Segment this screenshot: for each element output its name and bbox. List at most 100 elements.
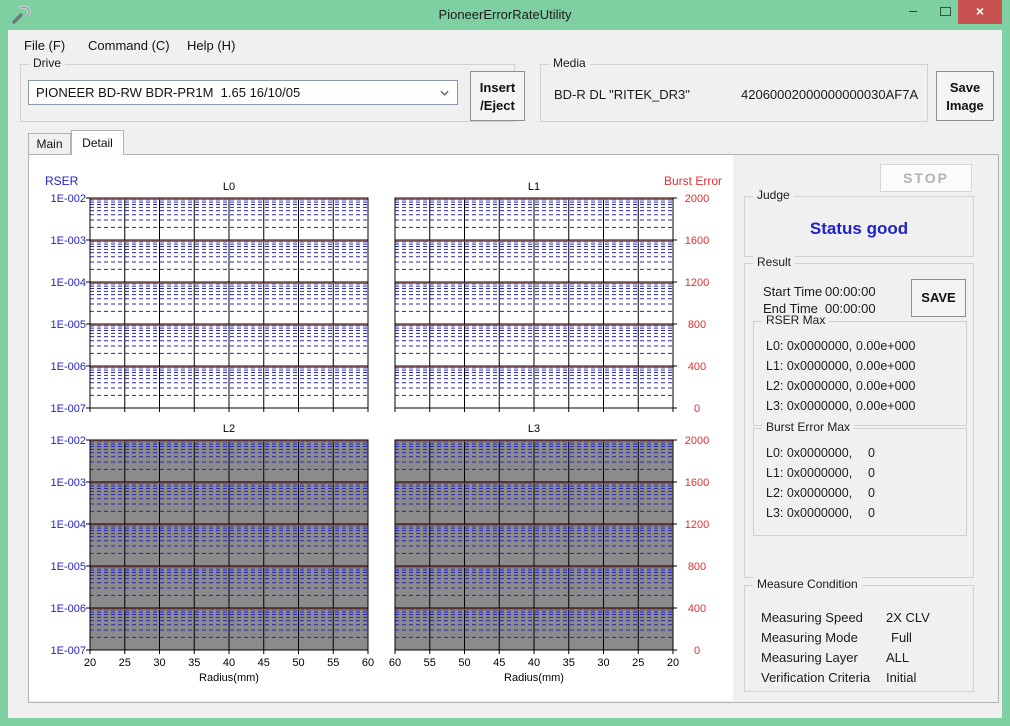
burst-error-max-groupbox: Burst Error Max L0: 0x0000000,0 L1: 0x00… bbox=[753, 428, 967, 536]
measuring-layer-label: Measuring Layer bbox=[761, 650, 858, 665]
minimize-button[interactable]: – bbox=[898, 0, 928, 24]
svg-text:L1: L1 bbox=[528, 181, 540, 193]
svg-text:2000: 2000 bbox=[685, 193, 709, 205]
rser-max-row-l3: L3: 0x0000000,0.00e+000 bbox=[766, 399, 852, 413]
end-time-value: 00:00:00 bbox=[825, 301, 876, 316]
svg-text:45: 45 bbox=[493, 657, 505, 669]
svg-text:0: 0 bbox=[694, 645, 700, 657]
maximize-button[interactable] bbox=[930, 0, 960, 24]
rser-max-groupbox: RSER Max L0: 0x0000000,0.00e+000 L1: 0x0… bbox=[753, 321, 967, 426]
menu-item-file[interactable]: File (F) bbox=[20, 36, 69, 55]
judge-group-label: Judge bbox=[753, 188, 794, 202]
svg-text:40: 40 bbox=[528, 657, 540, 669]
charts-svg: RSER Burst Error L0 1E-002 1E-003 1E-004 1E-00… bbox=[29, 155, 733, 701]
start-time-value: 00:00:00 bbox=[825, 284, 876, 299]
svg-text:Radius(mm): Radius(mm) bbox=[504, 672, 564, 684]
svg-text:2000: 2000 bbox=[685, 435, 709, 447]
svg-text:30: 30 bbox=[153, 657, 165, 669]
measuring-speed-value: 2X CLV bbox=[886, 610, 930, 625]
burst-error-max-group-label: Burst Error Max bbox=[762, 420, 854, 434]
media-group-label: Media bbox=[549, 56, 590, 70]
close-button[interactable]: × bbox=[958, 0, 1002, 24]
burst-error-max-row-l1: L1: 0x0000000,0 bbox=[766, 466, 852, 480]
svg-text:45: 45 bbox=[258, 657, 270, 669]
svg-text:L3: L3 bbox=[528, 423, 540, 435]
drive-combobox[interactable]: PIONEER BD-RW BDR-PR1M 1.65 16/10/05 bbox=[28, 80, 458, 105]
drive-group-label: Drive bbox=[29, 56, 65, 70]
media-type-text: BD-R DL "RITEK_DR3" bbox=[554, 87, 690, 102]
svg-text:20: 20 bbox=[84, 657, 96, 669]
measuring-mode-label: Measuring Mode bbox=[761, 630, 858, 645]
burst-error-max-row-l3: L3: 0x0000000,0 bbox=[766, 506, 852, 520]
measuring-layer-value: ALL bbox=[886, 650, 909, 665]
tab-detail[interactable]: Detail bbox=[71, 130, 124, 155]
menu-item-command[interactable]: Command (C) bbox=[84, 36, 174, 55]
svg-text:0: 0 bbox=[694, 403, 700, 415]
svg-text:35: 35 bbox=[563, 657, 575, 669]
svg-text:L0: L0 bbox=[223, 181, 235, 193]
svg-text:400: 400 bbox=[688, 603, 706, 615]
svg-text:1E-004: 1E-004 bbox=[51, 277, 86, 289]
svg-text:1E-006: 1E-006 bbox=[51, 603, 86, 615]
media-id-text: 42060002000000000030AF7A bbox=[741, 87, 918, 102]
insert-eject-label-line2: /Eject bbox=[471, 97, 524, 115]
chevron-down-icon bbox=[440, 90, 449, 96]
rser-max-group-label: RSER Max bbox=[762, 313, 829, 327]
svg-text:1E-007: 1E-007 bbox=[51, 645, 86, 657]
verification-criteria-value: Initial bbox=[886, 670, 916, 685]
burst-error-max-row-l0: L0: 0x0000000,0 bbox=[766, 446, 852, 460]
svg-text:1E-004: 1E-004 bbox=[51, 519, 86, 531]
svg-text:55: 55 bbox=[424, 657, 436, 669]
svg-text:1E-002: 1E-002 bbox=[51, 435, 86, 447]
measuring-mode-value: Full bbox=[891, 630, 912, 645]
drive-combobox-text: PIONEER BD-RW BDR-PR1M 1.65 16/10/05 bbox=[36, 85, 300, 100]
insert-eject-button[interactable]: Insert /Eject bbox=[470, 71, 525, 121]
burst-error-max-row-l2: L2: 0x0000000,0 bbox=[766, 486, 852, 500]
svg-text:1E-002: 1E-002 bbox=[51, 193, 86, 205]
maximize-icon bbox=[940, 7, 951, 16]
stop-button[interactable]: STOP bbox=[880, 164, 972, 192]
svg-text:30: 30 bbox=[597, 657, 609, 669]
svg-text:Burst Error: Burst Error bbox=[664, 174, 722, 188]
svg-text:1E-003: 1E-003 bbox=[51, 477, 86, 489]
menu-item-help[interactable]: Help (H) bbox=[183, 36, 239, 55]
error-rate-charts: RSER Burst Error L0 1E-002 1E-003 1E-004 1E-00… bbox=[29, 155, 733, 701]
result-groupbox: Result Start Time 00:00:00 End Time 00:0… bbox=[744, 263, 974, 578]
svg-text:1600: 1600 bbox=[685, 477, 709, 489]
rser-max-row-l2: L2: 0x0000000,0.00e+000 bbox=[766, 379, 852, 393]
judge-groupbox: Judge Status good bbox=[744, 196, 974, 257]
start-time-label: Start Time bbox=[763, 284, 822, 299]
tab-main[interactable]: Main bbox=[28, 133, 71, 155]
measuring-speed-label: Measuring Speed bbox=[761, 610, 863, 625]
measure-condition-groupbox: Measure Condition Measuring Speed 2X CLV… bbox=[744, 585, 974, 692]
svg-text:50: 50 bbox=[292, 657, 304, 669]
svg-text:40: 40 bbox=[223, 657, 235, 669]
svg-text:50: 50 bbox=[458, 657, 470, 669]
svg-text:20: 20 bbox=[667, 657, 679, 669]
judge-status-text: Status good bbox=[745, 219, 973, 239]
measure-condition-group-label: Measure Condition bbox=[753, 577, 862, 591]
save-image-button[interactable]: Save Image bbox=[936, 71, 994, 121]
insert-eject-label-line1: Insert bbox=[471, 79, 524, 97]
svg-text:800: 800 bbox=[688, 319, 706, 331]
svg-text:35: 35 bbox=[188, 657, 200, 669]
svg-text:60: 60 bbox=[389, 657, 401, 669]
save-image-label-line2: Image bbox=[937, 97, 993, 115]
window-title: PioneerErrorRateUtility bbox=[0, 7, 1010, 22]
rser-max-row-l1: L1: 0x0000000,0.00e+000 bbox=[766, 359, 852, 373]
save-button[interactable]: SAVE bbox=[911, 279, 966, 317]
media-groupbox: Media BD-R DL "RITEK_DR3" 42060002000000… bbox=[540, 64, 928, 122]
svg-text:1E-005: 1E-005 bbox=[51, 561, 86, 573]
svg-text:1E-007: 1E-007 bbox=[51, 403, 86, 415]
svg-text:1200: 1200 bbox=[685, 519, 709, 531]
svg-text:RSER: RSER bbox=[45, 174, 79, 188]
svg-text:400: 400 bbox=[688, 361, 706, 373]
app-window: PioneerErrorRateUtility – × File (F) Com… bbox=[0, 0, 1010, 726]
rser-max-row-l0: L0: 0x0000000,0.00e+000 bbox=[766, 339, 852, 353]
svg-text:25: 25 bbox=[632, 657, 644, 669]
svg-text:1E-005: 1E-005 bbox=[51, 319, 86, 331]
svg-text:800: 800 bbox=[688, 561, 706, 573]
svg-text:Radius(mm): Radius(mm) bbox=[199, 672, 259, 684]
svg-text:1200: 1200 bbox=[685, 277, 709, 289]
verification-criteria-label: Verification Criteria bbox=[761, 670, 870, 685]
